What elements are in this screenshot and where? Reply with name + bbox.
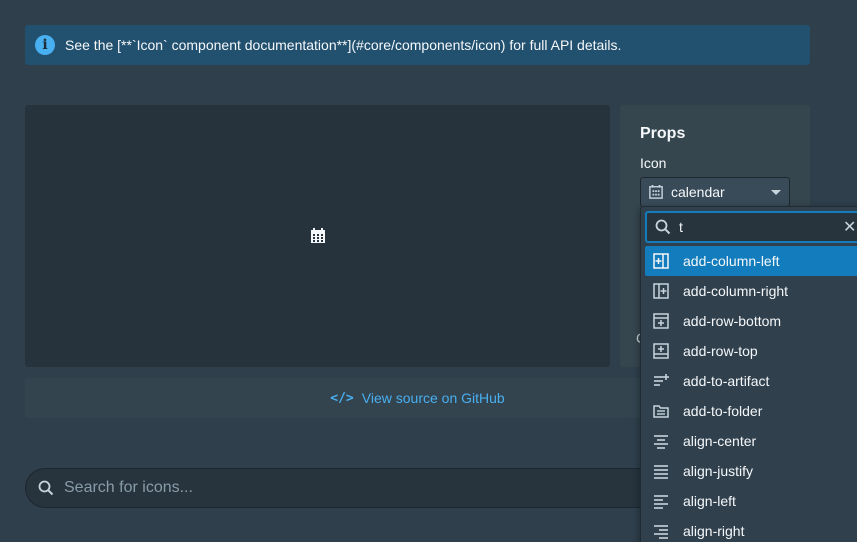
code-icon: </> xyxy=(330,390,354,406)
icon-field-label: Icon xyxy=(640,155,667,171)
menu-item-add-to-folder[interactable]: add-to-folder xyxy=(645,396,857,426)
search-icon xyxy=(655,219,671,235)
menu-item-label: align-left xyxy=(683,493,736,509)
menu-item-align-right[interactable]: align-right xyxy=(645,516,857,542)
add-row-bottom-icon xyxy=(653,313,669,329)
icon-filter-input[interactable] xyxy=(679,219,839,235)
info-icon: i xyxy=(35,35,55,55)
search-icon xyxy=(38,480,54,496)
icon-select-button[interactable]: calendar xyxy=(640,177,790,207)
align-center-icon xyxy=(653,433,669,449)
icon-select-popover: ✕ add-column-left add-column-right add-row… xyxy=(640,206,857,542)
props-title: Props xyxy=(640,125,686,142)
menu-item-label: align-justify xyxy=(683,463,754,479)
view-source-label: View source on GitHub xyxy=(361,390,505,406)
menu-item-label: add-column-left xyxy=(683,253,780,269)
menu-item-add-column-right[interactable]: add-column-right xyxy=(645,276,857,306)
menu-item-label: add-row-bottom xyxy=(683,313,782,329)
menu-item-add-row-bottom[interactable]: add-row-bottom xyxy=(645,306,857,336)
menu-item-label: align-center xyxy=(683,433,757,449)
add-column-right-icon xyxy=(653,283,669,299)
add-column-left-icon xyxy=(653,253,669,269)
icon-menu: add-column-left add-column-right add-row-b… xyxy=(645,246,857,542)
clear-icon[interactable]: ✕ xyxy=(843,217,856,237)
menu-item-align-center[interactable]: align-center xyxy=(645,426,857,456)
add-to-artifact-icon xyxy=(653,373,669,389)
menu-item-add-to-artifact[interactable]: add-to-artifact xyxy=(645,366,857,396)
menu-item-align-left[interactable]: align-left xyxy=(645,486,857,516)
selected-icon-label: calendar xyxy=(671,184,725,200)
menu-item-add-column-left[interactable]: add-column-left xyxy=(645,246,857,276)
caret-down-icon xyxy=(771,189,781,195)
menu-item-add-row-top[interactable]: add-row-top xyxy=(645,336,857,366)
icon-filter-field[interactable]: ✕ xyxy=(645,211,857,243)
add-to-folder-icon xyxy=(653,403,669,419)
align-justify-icon xyxy=(653,463,669,479)
align-right-icon xyxy=(653,523,669,539)
align-left-icon xyxy=(653,493,669,509)
icon-example-area xyxy=(25,105,610,367)
menu-item-align-justify[interactable]: align-justify xyxy=(645,456,857,486)
info-callout: i See the [**`Icon` component documentat… xyxy=(25,25,810,65)
menu-item-label: add-to-folder xyxy=(683,403,763,419)
menu-item-label: add-column-right xyxy=(683,283,789,299)
add-row-top-icon xyxy=(653,343,669,359)
menu-item-label: align-right xyxy=(683,523,745,539)
calendar-icon xyxy=(649,185,663,199)
menu-item-label: add-row-top xyxy=(683,343,758,359)
menu-item-label: add-to-artifact xyxy=(683,373,770,389)
calendar-icon xyxy=(310,228,325,243)
callout-text: See the [**`Icon` component documentatio… xyxy=(65,37,622,53)
